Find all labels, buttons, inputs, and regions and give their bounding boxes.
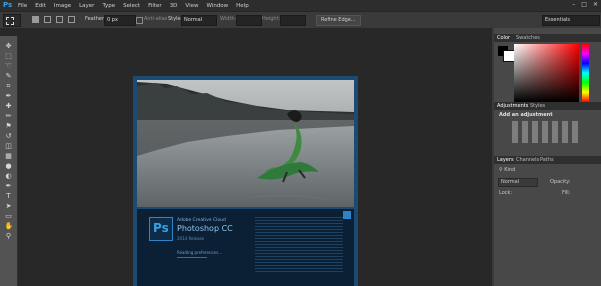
right-panels: Color Swatches Adjustments Styles Add an… — [494, 28, 601, 286]
blur-icon[interactable]: ● — [5, 162, 13, 170]
lasso-icon[interactable]: ➰ — [5, 62, 14, 70]
marquee-icon[interactable]: ⬚ — [5, 52, 13, 60]
eraser-icon[interactable]: ◫ — [5, 142, 13, 150]
new-selection-icon[interactable] — [32, 16, 39, 23]
width-input[interactable] — [236, 15, 262, 26]
close-icon[interactable]: ✕ — [593, 1, 598, 8]
layers-list — [494, 200, 601, 286]
splash-artwork — [137, 80, 354, 207]
cc-icon — [343, 211, 351, 219]
photoshop-logo: Ps — [3, 1, 13, 9]
window-controls: – □ ✕ — [572, 1, 598, 8]
menu-edit[interactable]: Edit — [35, 3, 46, 9]
menu-select[interactable]: Select — [123, 3, 140, 9]
width-label: Width: — [220, 16, 237, 22]
version-label: 2014 Release — [177, 236, 205, 241]
lock-label: Lock: — [499, 190, 513, 196]
menu-layer[interactable]: Layer — [79, 3, 94, 9]
layers-panel-tabs: Layers Channels Paths — [494, 156, 601, 164]
options-bar: Feather: 0 px Anti-alias Style: Normal W… — [0, 11, 601, 29]
brush-icon[interactable]: ✏ — [5, 112, 13, 120]
tools-panel: ✥ ⬚ ➰ ✎ ⌗ ✒ ✚ ✏ ⚑ ↺ ◫ ▦ ● ◐ ✒ T ➤ ▭ ✋ ⚲ — [0, 36, 18, 286]
history-brush-icon[interactable]: ↺ — [5, 132, 13, 140]
menu-help[interactable]: Help — [236, 3, 249, 9]
ps-app-icon: Ps — [149, 217, 173, 241]
color-panel-tabs: Color Swatches — [494, 34, 601, 42]
move-icon[interactable]: ✥ — [5, 42, 13, 50]
menu-window[interactable]: Window — [206, 3, 228, 9]
feather-input[interactable]: 0 px — [104, 15, 136, 26]
menu-image[interactable]: Image — [54, 3, 71, 9]
minimize-icon[interactable]: – — [572, 1, 575, 8]
shape-icon[interactable]: ▭ — [5, 212, 13, 220]
subtract-selection-icon[interactable] — [56, 16, 63, 23]
fill-label: Fill: — [562, 190, 571, 196]
opacity-label: Opacity: — [550, 179, 571, 185]
layer-kind-filter[interactable]: ⚲ Kind — [499, 167, 515, 173]
adjustments-panel-tabs: Adjustments Styles — [494, 102, 601, 110]
maximize-icon[interactable]: □ — [581, 1, 587, 8]
marquee-icon — [6, 17, 14, 25]
tab-channels[interactable]: Channels — [516, 157, 539, 163]
loading-status: Reading preferences... — [177, 250, 223, 255]
color-field[interactable] — [514, 44, 579, 102]
workspace-select[interactable]: Essentials — [542, 15, 600, 26]
menu-view[interactable]: View — [185, 3, 198, 9]
hue-slider[interactable] — [582, 44, 589, 102]
feather-label: Feather: — [85, 16, 106, 22]
menu-type[interactable]: Type — [102, 3, 115, 9]
add-selection-icon[interactable] — [44, 16, 51, 23]
quick-select-icon[interactable]: ✎ — [5, 72, 13, 80]
tab-swatches[interactable]: Swatches — [516, 35, 540, 41]
intersect-selection-icon[interactable] — [68, 16, 75, 23]
creative-cloud-label: Adobe Creative Cloud — [177, 218, 226, 223]
menu-3d[interactable]: 3D — [170, 3, 178, 9]
style-select[interactable]: Normal — [181, 15, 217, 26]
product-name: Photoshop CC — [177, 224, 233, 233]
antialias-label: Anti-alias — [144, 16, 168, 22]
height-label: Height: — [262, 16, 281, 22]
dodge-icon[interactable]: ◐ — [5, 172, 13, 180]
tab-paths[interactable]: Paths — [540, 157, 554, 163]
type-icon[interactable]: T — [5, 192, 13, 200]
credits-text — [255, 215, 343, 273]
tab-color[interactable]: Color — [497, 35, 510, 41]
menu-file[interactable]: File — [18, 3, 27, 9]
path-select-icon[interactable]: ➤ — [5, 202, 13, 210]
tab-styles[interactable]: Styles — [530, 103, 545, 109]
loading-line — [177, 257, 207, 258]
stamp-icon[interactable]: ⚑ — [5, 122, 13, 130]
blend-mode-select[interactable]: Normal — [498, 178, 538, 187]
tab-adjustments[interactable]: Adjustments — [497, 103, 528, 109]
tool-preset-picker[interactable] — [3, 14, 21, 27]
menu-bar: Ps File Edit Image Layer Type Select Fil… — [0, 0, 601, 11]
refine-edge-button[interactable]: Refine Edge... — [316, 15, 361, 26]
splash-info-panel: Ps Adobe Creative Cloud Photoshop CC 201… — [137, 209, 354, 286]
height-input[interactable] — [280, 15, 306, 26]
gradient-icon[interactable]: ▦ — [5, 152, 13, 160]
antialias-checkbox[interactable] — [136, 17, 143, 24]
adjustment-icons[interactable] — [512, 121, 582, 143]
zoom-icon[interactable]: ⚲ — [5, 232, 13, 240]
eyedropper-icon[interactable]: ✒ — [5, 92, 13, 100]
healing-icon[interactable]: ✚ — [5, 102, 13, 110]
menu-filter[interactable]: Filter — [148, 3, 162, 9]
pen-icon[interactable]: ✒ — [5, 182, 13, 190]
add-adjustment-label: Add an adjustment — [499, 112, 553, 118]
splash-photo — [137, 80, 354, 207]
hand-icon[interactable]: ✋ — [5, 222, 14, 230]
tab-layers[interactable]: Layers — [497, 157, 514, 163]
crop-icon[interactable]: ⌗ — [5, 82, 13, 90]
